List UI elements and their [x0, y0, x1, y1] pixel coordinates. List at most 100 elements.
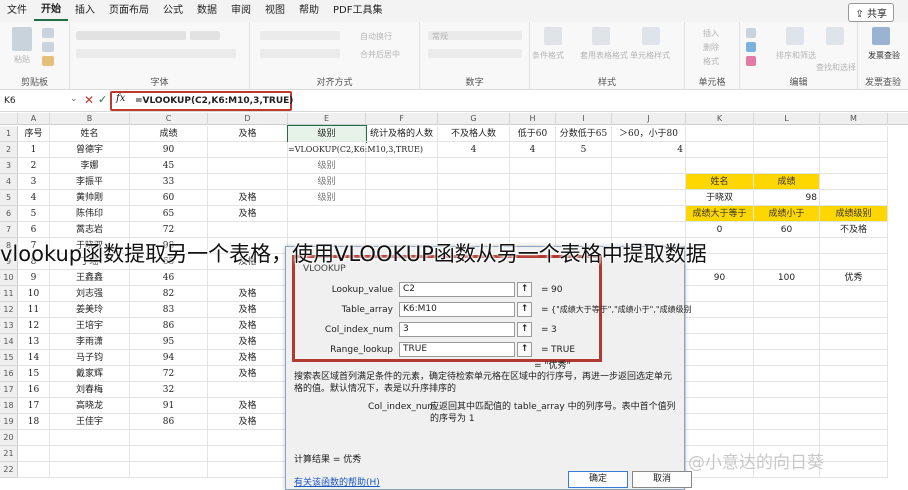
grid-cell[interactable] — [686, 430, 754, 446]
table-format-button[interactable]: 套用表格格式 — [580, 50, 628, 61]
grid-cell[interactable]: 李振平 — [50, 174, 130, 190]
grid-cell[interactable] — [556, 190, 612, 206]
grid-cell[interactable] — [366, 174, 438, 190]
row-header[interactable]: 18 — [0, 398, 18, 414]
lookup-header-min[interactable]: 成绩大于等于 — [686, 206, 754, 222]
grid-cell[interactable]: 14 — [18, 350, 50, 366]
lookup-header-name[interactable]: 姓名 — [686, 174, 754, 190]
grid-cell[interactable] — [820, 142, 888, 158]
row-header[interactable]: 17 — [0, 382, 18, 398]
grid-cell[interactable] — [754, 126, 820, 142]
paste-label[interactable]: 粘贴 — [14, 54, 30, 65]
grid-cell[interactable] — [208, 270, 288, 286]
menu-page-layout[interactable]: 页面布局 — [102, 0, 156, 22]
grid-cell[interactable] — [208, 382, 288, 398]
grid-cell[interactable]: 及格 — [208, 318, 288, 334]
grid-cell[interactable]: 3 — [18, 174, 50, 190]
row-header[interactable]: 2 — [0, 142, 18, 158]
grid-cell[interactable]: 及格 — [208, 350, 288, 366]
column-header[interactable]: A — [18, 113, 50, 125]
grid-cell[interactable]: 李娜 — [50, 158, 130, 174]
cell-style-icon[interactable] — [642, 27, 660, 45]
grid-cell[interactable] — [556, 158, 612, 174]
grid-cell[interactable]: 及格 — [208, 398, 288, 414]
grid-cell[interactable] — [438, 174, 510, 190]
grid-cell[interactable]: 33 — [130, 174, 208, 190]
paste-icon[interactable] — [12, 27, 32, 51]
grid-cell[interactable] — [820, 302, 888, 318]
grid-cell[interactable] — [366, 206, 438, 222]
grid-cell[interactable] — [754, 414, 820, 430]
grid-cell[interactable]: 王鑫鑫 — [50, 270, 130, 286]
grid-cell[interactable] — [366, 158, 438, 174]
number-format-buttons[interactable] — [428, 49, 522, 58]
grid-cell[interactable] — [754, 350, 820, 366]
delete-cells-button[interactable]: 删除 — [703, 42, 719, 53]
lookup-value-input[interactable]: C2 — [399, 282, 515, 297]
menu-home[interactable]: 开始 — [34, 1, 68, 21]
grid-cell[interactable] — [510, 174, 556, 190]
grid-cell[interactable]: 及格 — [208, 206, 288, 222]
grid-cell[interactable]: 94 — [130, 350, 208, 366]
row-header[interactable]: 13 — [0, 318, 18, 334]
formula-input[interactable]: =VLOOKUP(C2,K6:M10,3,TRUE) — [135, 93, 293, 109]
grid-cell[interactable] — [820, 414, 888, 430]
grid-cell[interactable]: 4 — [612, 142, 686, 158]
grid-cell[interactable]: 王佳宇 — [50, 414, 130, 430]
grid-cell[interactable] — [686, 158, 754, 174]
grid-cell[interactable]: 1 — [18, 142, 50, 158]
row-header[interactable]: 12 — [0, 302, 18, 318]
menu-file[interactable]: 文件 — [0, 0, 34, 22]
grid-cell[interactable] — [208, 174, 288, 190]
lookup-header-max[interactable]: 成绩小于 — [754, 206, 820, 222]
sort-filter-button[interactable]: 排序和筛选 — [776, 50, 816, 61]
menu-view[interactable]: 视图 — [258, 0, 292, 22]
grid-cell[interactable]: 及格 — [208, 126, 288, 142]
autosum-icon[interactable] — [746, 28, 756, 38]
grid-cell[interactable]: 姜美玲 — [50, 302, 130, 318]
grid-cell[interactable] — [754, 366, 820, 382]
grid-cell[interactable] — [18, 446, 50, 462]
collapse-dialog-icon[interactable]: ↑ — [517, 282, 532, 297]
lookup-cell[interactable]: 优秀 — [820, 270, 888, 286]
grid-cell[interactable]: 17 — [18, 398, 50, 414]
copy-icon[interactable] — [42, 42, 54, 52]
row-header[interactable]: 21 — [0, 446, 18, 462]
grid-cell[interactable] — [18, 462, 50, 478]
clear-icon[interactable] — [746, 56, 756, 66]
column-header[interactable]: J — [612, 113, 686, 125]
font-size-select[interactable] — [190, 31, 220, 40]
grid-cell[interactable]: 高晓龙 — [50, 398, 130, 414]
column-header[interactable]: F — [366, 113, 438, 125]
grid-cell[interactable] — [686, 302, 754, 318]
grid-cell[interactable]: 低于60 — [510, 126, 556, 142]
grid-cell[interactable] — [686, 398, 754, 414]
grid-cell[interactable]: 86 — [130, 414, 208, 430]
grid-cell[interactable] — [820, 334, 888, 350]
grid-cell[interactable] — [18, 430, 50, 446]
grid-cell[interactable] — [754, 318, 820, 334]
find-select-button[interactable]: 查找和选择 — [816, 62, 856, 73]
grid-cell[interactable]: 83 — [130, 302, 208, 318]
column-header[interactable]: H — [510, 113, 556, 125]
column-header[interactable]: I — [556, 113, 612, 125]
grid-cell[interactable]: 级别 — [288, 158, 366, 174]
grid-cell[interactable] — [366, 190, 438, 206]
row-header[interactable]: 10 — [0, 270, 18, 286]
grid-cell[interactable] — [556, 174, 612, 190]
grid-cell[interactable]: 32 — [130, 382, 208, 398]
grid-cell[interactable]: 及格 — [208, 414, 288, 430]
collapse-dialog-icon[interactable]: ↑ — [517, 342, 532, 357]
grid-cell[interactable] — [754, 286, 820, 302]
grid-cell[interactable]: ＞60，小于80 — [612, 126, 686, 142]
column-header[interactable]: D — [208, 113, 288, 125]
active-column-header-cell[interactable]: 级别 — [287, 125, 367, 143]
row-header[interactable]: 15 — [0, 350, 18, 366]
grid-cell[interactable] — [820, 446, 888, 462]
grid-cell[interactable] — [208, 462, 288, 478]
conditional-format-icon[interactable] — [544, 27, 562, 45]
lookup-cell[interactable]: 90 — [686, 270, 754, 286]
active-formula-cell[interactable]: =VLOOKUP(C2,K6:M10,3,TRUE) — [288, 142, 423, 158]
row-header[interactable]: 22 — [0, 462, 18, 478]
select-all-corner[interactable] — [0, 113, 18, 125]
